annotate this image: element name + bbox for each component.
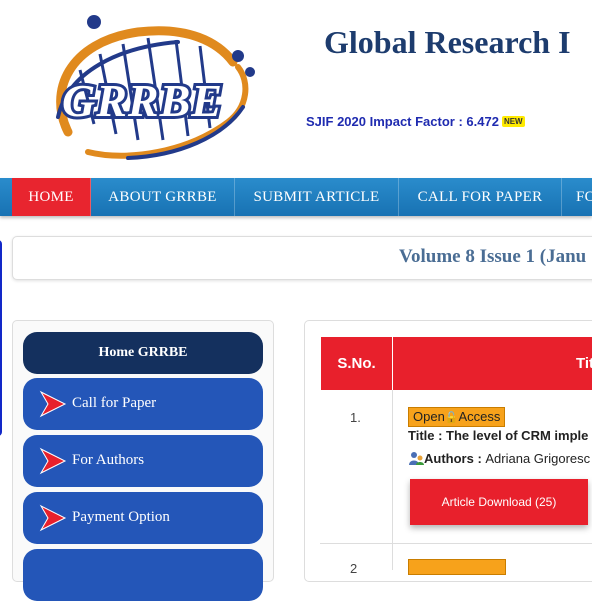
open-access-badge: Open🔓Access bbox=[408, 407, 506, 427]
open-access-access: Access bbox=[458, 409, 501, 424]
nav-for-more[interactable]: FO bbox=[562, 178, 592, 216]
impact-factor: SJIF 2020 Impact Factor : 6.472 NEW bbox=[306, 114, 525, 129]
authors-names: Adriana Grigoresc bbox=[485, 451, 591, 466]
open-access-badge bbox=[408, 559, 506, 575]
open-access-open: Open bbox=[413, 409, 445, 424]
red-arrow-icon bbox=[39, 447, 67, 475]
article-title[interactable]: Title : The level of CRM imple bbox=[408, 428, 588, 443]
nav-about-grrbe[interactable]: ABOUT GRRBE bbox=[91, 178, 235, 216]
nav-submit-article[interactable]: SUBMIT ARTICLE bbox=[235, 178, 399, 216]
sidebar-item-next[interactable] bbox=[23, 549, 263, 601]
column-header-title-text: Tit bbox=[576, 355, 592, 372]
sidebar-item-for-authors[interactable]: For Authors bbox=[23, 435, 263, 487]
side-accent-strip bbox=[0, 240, 2, 436]
nav-home[interactable]: HOME bbox=[12, 178, 91, 216]
sidebar-item-call-for-paper[interactable]: Call for Paper bbox=[23, 378, 263, 430]
new-badge: NEW bbox=[501, 116, 525, 127]
sidebar-item-label: For Authors bbox=[72, 452, 145, 468]
article-download-button[interactable]: Article Download (25) bbox=[410, 479, 588, 525]
sidebar-item-payment-option[interactable]: Payment Option bbox=[23, 492, 263, 544]
grrbe-logo[interactable]: GRRBE bbox=[28, 12, 260, 164]
main-navbar: HOME ABOUT GRRBE SUBMIT ARTICLE CALL FOR… bbox=[0, 178, 592, 216]
impact-factor-text: SJIF 2020 Impact Factor : 6.472 bbox=[306, 114, 499, 129]
sidebar-home-button[interactable]: Home GRRBE bbox=[23, 332, 263, 374]
authors-icon bbox=[409, 452, 424, 465]
column-header-sno: S.No. bbox=[321, 337, 392, 390]
row-number: 1. bbox=[350, 410, 361, 425]
red-arrow-icon bbox=[39, 504, 67, 532]
red-arrow-icon bbox=[39, 390, 67, 418]
lock-icon: 🔓 bbox=[444, 412, 459, 424]
article-title-label: Title : bbox=[408, 428, 447, 443]
nav-call-for-paper[interactable]: CALL FOR PAPER bbox=[399, 178, 562, 216]
site-title: Global Research I bbox=[324, 24, 571, 60]
row-number: 2 bbox=[350, 561, 358, 576]
volume-title: Volume 8 Issue 1 (Janu bbox=[399, 246, 587, 267]
article-title-text: The level of CRM imple bbox=[446, 428, 589, 443]
column-header-title: Tit bbox=[393, 337, 592, 390]
sidebar-item-label: Call for Paper bbox=[72, 395, 157, 411]
article-authors: Authors : Adriana Grigoresc bbox=[408, 450, 590, 466]
authors-label: Authors : bbox=[424, 451, 486, 466]
row-divider bbox=[320, 543, 592, 544]
sidebar-item-label: Payment Option bbox=[72, 509, 170, 525]
logo-text: GRRBE bbox=[62, 75, 223, 126]
